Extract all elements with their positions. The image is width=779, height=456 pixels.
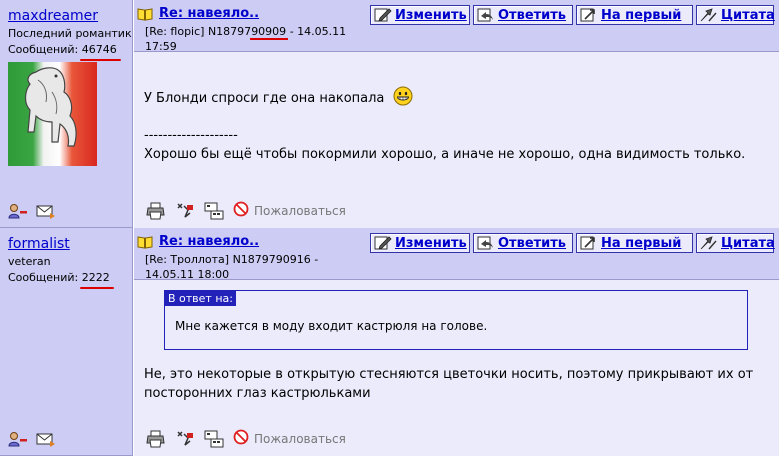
author-pane: maxdreamer Последний романтик Сообщений:… [0,0,133,228]
signature-text: Хорошо бы ещё чтобы покормили хорошо, а … [144,147,746,162]
reply-ref: [Re: flopic] [145,25,205,38]
first-icon [580,236,595,250]
complain-icon [233,201,249,220]
tree-icon[interactable] [204,430,224,448]
message-pane: Re: навеяло.. [Re: flopic] N1879790909 -… [134,0,779,228]
author-name-link[interactable]: maxdreamer [8,8,98,24]
remove-user-icon[interactable] [8,431,28,447]
message-pane: Re: навеяло.. [Re: Троллота] N1879790916… [134,228,779,456]
quote-label: В ответ на: [165,291,236,306]
reply-icon [477,236,493,250]
message-title-link[interactable]: Re: навеяло.. [159,234,259,249]
sign-icon[interactable] [175,430,195,448]
message-header: Re: навеяло.. [Re: flopic] N1879790909 -… [134,0,779,54]
print-icon[interactable] [146,202,166,220]
message-text: Не, это некоторые в открытую стесняются … [144,367,754,401]
message-id: N1879790909 [207,25,287,38]
post-count-value: 46746 [81,43,117,56]
message-body: Не, это некоторые в открытую стесняются … [144,365,769,403]
edit-icon [374,8,392,22]
message-actions: Изменить Ответить На первый Цитата [370,5,775,25]
author-status: Последний романтик [8,27,132,40]
post-1: maxdreamer Последний романтик Сообщений:… [0,0,779,228]
quote-icon [700,236,717,250]
message-body: У Блонди спроси где она накопала -------… [144,86,769,164]
quote-button[interactable]: Цитата [696,233,775,253]
quote-block: В ответ на: Мне кажется в моду входит ка… [164,290,748,350]
complain-link[interactable]: Пожаловаться [233,201,346,220]
message-footer: Пожаловаться [146,201,346,220]
author-status: veteran [8,255,51,268]
quote-button[interactable]: Цитата [696,5,775,25]
message-meta: [Re: Троллота] N1879790916 - 14.05.11 18… [145,252,357,282]
to-first-button[interactable]: На первый [576,5,693,25]
message-meta: [Re: flopic] N1879790909 - 14.05.11 17:5… [145,24,357,54]
print-icon[interactable] [146,430,166,448]
edit-button[interactable]: Изменить [370,233,470,253]
post-count-value: 2222 [81,271,110,284]
post-count-label: Сообщений: [8,43,79,56]
first-icon [580,8,595,22]
mail-icon[interactable] [36,431,56,447]
author-pane: formalist veteran Сообщений: 2222 [0,228,133,456]
reply-button[interactable]: Ответить [473,5,573,25]
grin-smiley-icon [393,86,413,112]
reply-button[interactable]: Ответить [473,233,573,253]
author-name-link[interactable]: formalist [8,236,70,252]
edit-button[interactable]: Изменить [370,5,470,25]
remove-user-icon[interactable] [8,203,28,219]
sign-icon[interactable] [175,202,195,220]
reply-icon [477,8,493,22]
tree-icon[interactable] [204,202,224,220]
message-title-link[interactable]: Re: навеяло.. [159,6,259,21]
post-2: formalist veteran Сообщений: 2222 Re: на… [0,228,779,456]
mail-icon[interactable] [36,203,56,219]
author-post-count: Сообщений: 46746 [8,43,117,56]
signature-separator: -------------------- [144,128,238,143]
to-first-button[interactable]: На первый [576,233,693,253]
message-header: Re: навеяло.. [Re: Троллота] N1879790916… [134,228,779,282]
complain-link[interactable]: Пожаловаться [233,429,346,448]
reply-ref: [Re: Троллота] [145,253,230,266]
book-icon [137,235,153,249]
message-text: У Блонди спроси где она накопала [144,91,385,106]
post-count-label: Сообщений: [8,271,79,284]
message-actions: Изменить Ответить На первый Цитата [370,233,775,253]
edit-icon [374,236,392,250]
message-footer: Пожаловаться [146,429,346,448]
complain-icon [233,429,249,448]
quote-text: Мне кажется в моду входит кастрюля на го… [175,319,488,333]
author-post-count: Сообщений: 2222 [8,271,110,284]
avatar [8,62,97,166]
quote-icon [700,8,717,22]
book-icon [137,7,153,21]
message-id: N1879790916 [232,253,311,266]
